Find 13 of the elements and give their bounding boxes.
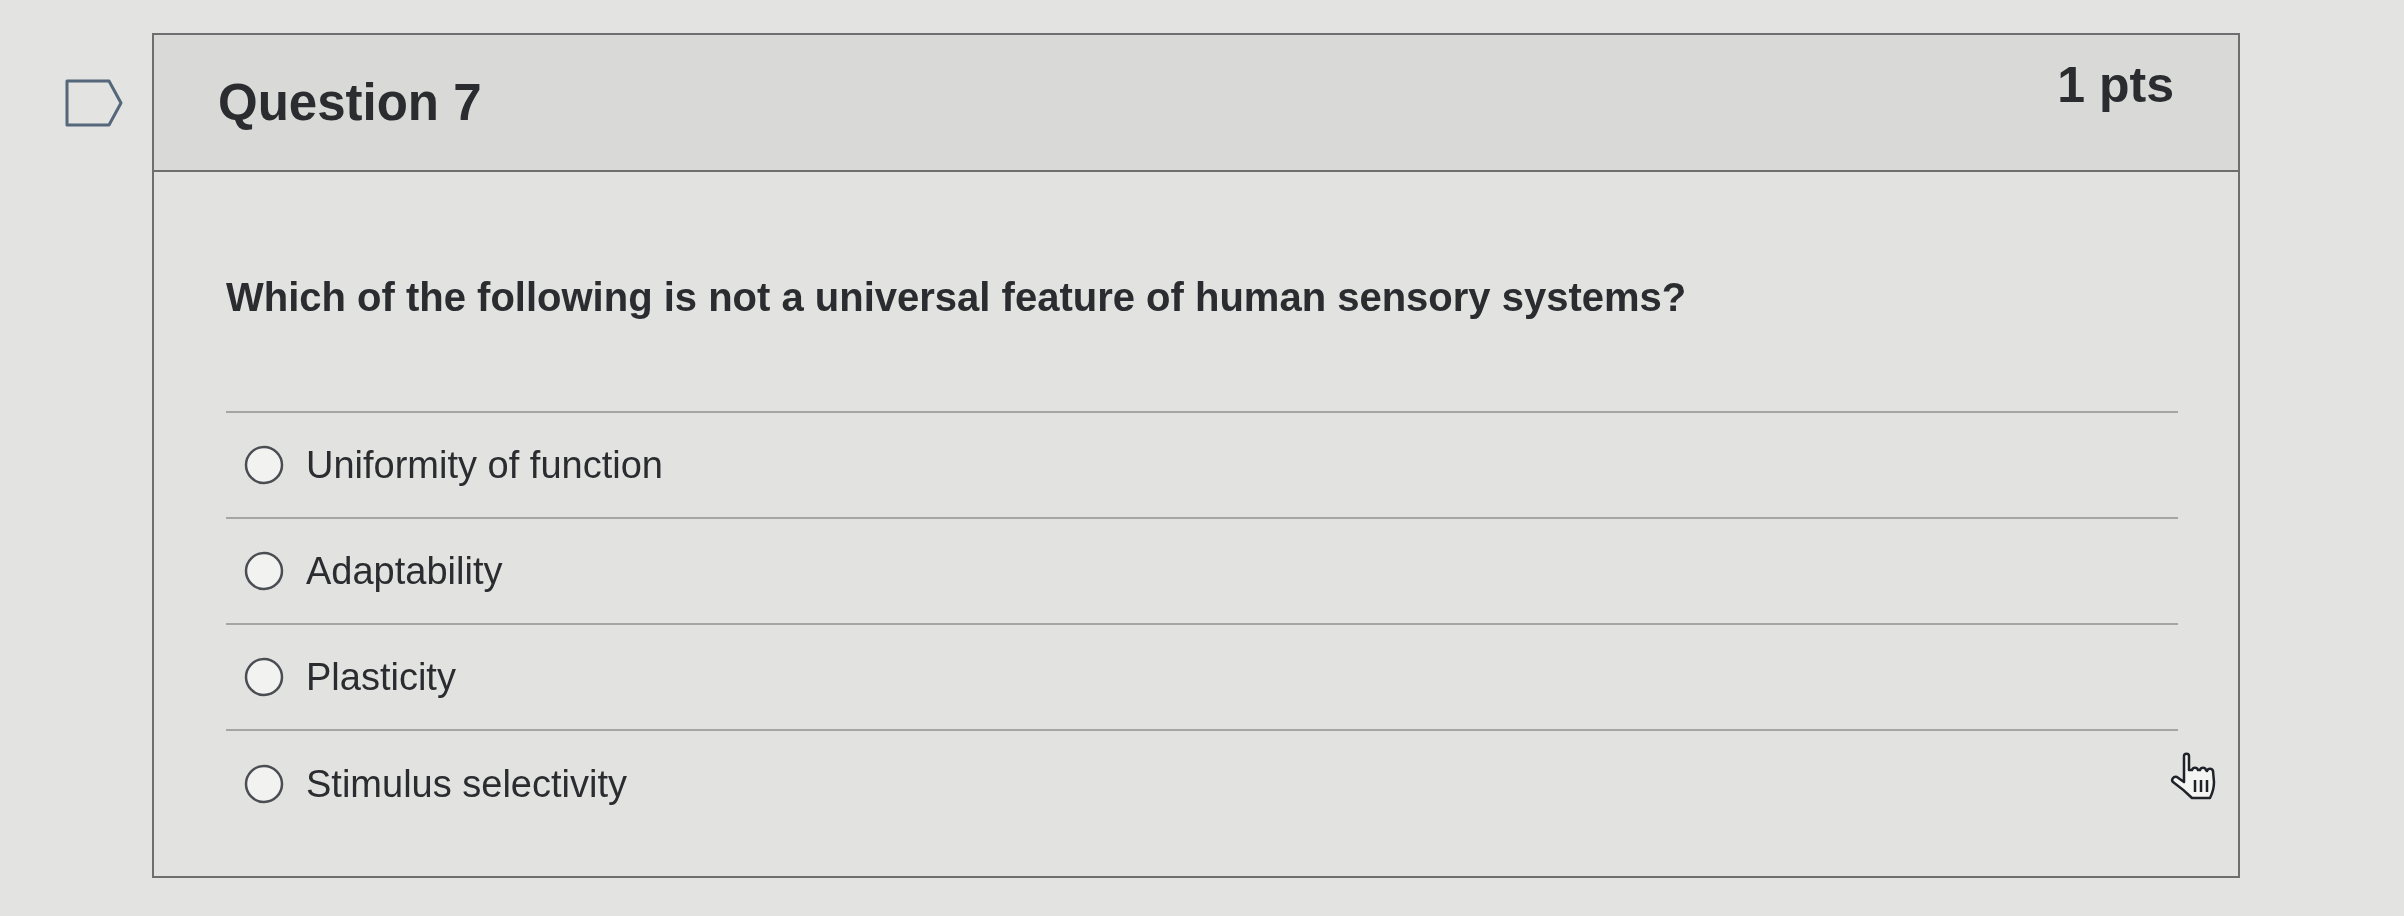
- points-label: 1 pts: [2057, 59, 2174, 110]
- radio-button[interactable]: [244, 764, 284, 804]
- hand-pointer-icon: [2170, 752, 2218, 802]
- option-label[interactable]: Uniformity of function: [306, 442, 663, 488]
- flag-icon[interactable]: [65, 79, 123, 127]
- option-label[interactable]: Adaptability: [306, 548, 503, 594]
- radio-button[interactable]: [244, 551, 284, 591]
- question-title: Question 7: [218, 77, 482, 128]
- radio-button[interactable]: [244, 657, 284, 697]
- option-label[interactable]: Plasticity: [306, 654, 456, 700]
- radio-button[interactable]: [244, 445, 284, 485]
- question-text: Which of the following is not a universal feature of human sensory systems?: [226, 274, 1688, 321]
- option-label[interactable]: Stimulus selectivity: [306, 761, 627, 807]
